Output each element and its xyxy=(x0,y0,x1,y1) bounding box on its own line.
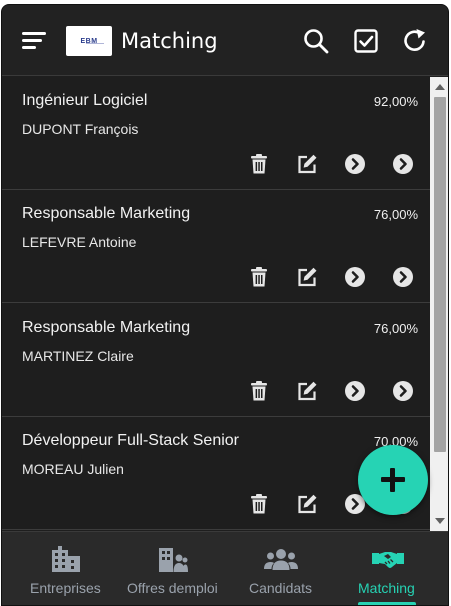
nav-item-entreprises[interactable]: Entreprises xyxy=(2,532,126,605)
edit-icon[interactable] xyxy=(296,153,318,175)
active-tab-indicator xyxy=(358,602,416,605)
job-title: Ingénieur Logiciel xyxy=(22,92,148,109)
candidate-name: LEFEVRE Antoine xyxy=(22,234,137,250)
job-title: Responsable Marketing xyxy=(22,205,191,222)
edit-icon[interactable] xyxy=(296,380,318,402)
nav-item-candidats[interactable]: Candidats xyxy=(236,532,342,605)
chevron-right-circle-icon[interactable] xyxy=(392,380,414,402)
trash-icon[interactable] xyxy=(248,493,270,515)
nav-item-matching[interactable]: Matching xyxy=(342,532,448,605)
nav-label: Offres demploi xyxy=(127,580,218,596)
match-card[interactable]: Responsable Marketing 76,00% MARTINEZ Cl… xyxy=(2,304,430,417)
candidate-name: DUPONT François xyxy=(22,121,139,137)
app-window: EBM Matching Ingénieur Logiciel 92,00% D… xyxy=(1,4,449,606)
edit-icon[interactable] xyxy=(296,266,318,288)
trash-icon[interactable] xyxy=(248,380,270,402)
scroll-up-icon[interactable] xyxy=(430,79,448,95)
chevron-right-circle-icon[interactable] xyxy=(344,153,366,175)
chevron-right-circle-icon[interactable] xyxy=(392,266,414,288)
match-score: 92,00% xyxy=(373,94,418,109)
trash-icon[interactable] xyxy=(248,153,270,175)
chevron-right-circle-icon[interactable] xyxy=(344,380,366,402)
match-card[interactable]: Ingénieur Logiciel 92,00% DUPONT Françoi… xyxy=(2,77,430,190)
trash-icon[interactable] xyxy=(248,266,270,288)
match-score: 76,00% xyxy=(373,321,418,336)
chevron-right-circle-icon[interactable] xyxy=(344,266,366,288)
nav-label: Candidats xyxy=(249,580,313,596)
add-button[interactable] xyxy=(358,445,428,515)
refresh-icon[interactable] xyxy=(401,27,429,55)
app-logo: EBM xyxy=(66,26,112,56)
edit-icon[interactable] xyxy=(296,493,318,515)
handshake-icon xyxy=(372,546,404,572)
match-card[interactable]: Responsable Marketing 76,00% LEFEVRE Ant… xyxy=(2,190,430,303)
menu-icon[interactable] xyxy=(22,32,46,50)
users-icon xyxy=(264,546,298,572)
scrollbar[interactable] xyxy=(430,77,448,531)
nav-label: Entreprises xyxy=(30,580,101,596)
bottom-navigation: Entreprises Offres demploi Candidats Mat… xyxy=(2,531,448,605)
job-title: Responsable Marketing xyxy=(22,319,191,336)
candidate-name: MARTINEZ Claire xyxy=(22,348,134,364)
page-title: Matching xyxy=(121,29,218,53)
chevron-right-circle-icon[interactable] xyxy=(392,153,414,175)
building-icon xyxy=(50,546,82,572)
match-score: 76,00% xyxy=(373,207,418,222)
search-icon[interactable] xyxy=(302,27,330,55)
candidate-name: MOREAU Julien xyxy=(22,461,124,477)
top-app-bar: EBM Matching xyxy=(2,5,448,76)
scrollbar-thumb[interactable] xyxy=(434,97,446,452)
checkbox-icon[interactable] xyxy=(352,27,380,55)
scroll-down-icon[interactable] xyxy=(430,513,448,529)
nav-label: Matching xyxy=(358,580,415,596)
job-title: Développeur Full-Stack Senior xyxy=(22,432,239,449)
nav-item-offres[interactable]: Offres demploi xyxy=(126,532,236,605)
office-people-icon xyxy=(158,546,188,572)
